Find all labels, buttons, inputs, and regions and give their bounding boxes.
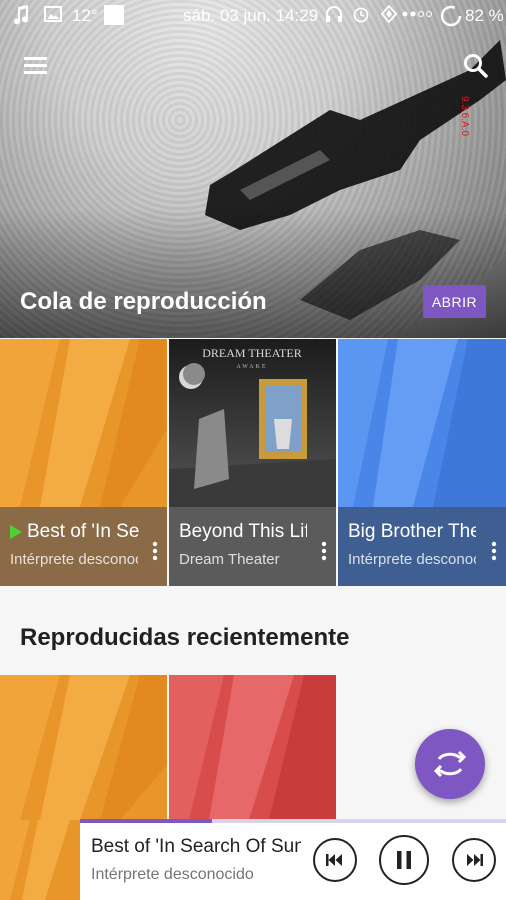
playback-progress-bar[interactable] [80, 819, 506, 823]
queue-card-info: Big Brother The Best Intérprete desconoc… [338, 507, 506, 586]
headphones-icon [325, 5, 343, 29]
queue-card-title: Best of 'In Search Of Sunrise' [27, 521, 139, 542]
album-art [169, 675, 336, 820]
queue-card-artist: Dream Theater [179, 551, 280, 568]
music-note-icon [12, 5, 30, 31]
queue-card-artist: Intérprete desconocido [10, 551, 138, 568]
pause-button[interactable] [379, 835, 429, 885]
queue-card-artist: Intérprete desconocido [348, 551, 476, 568]
temperature-text: 12° [72, 6, 98, 25]
signal-icon [402, 5, 436, 29]
search-button[interactable] [460, 50, 492, 82]
alarm-icon [352, 5, 370, 29]
battery-text: 82 % [465, 6, 504, 25]
now-playing-title: Best of 'In Search Of Sunrise' [91, 836, 301, 857]
more-vert-icon[interactable] [488, 541, 500, 561]
status-bar: 12° sáb. 03 jun. 14:29 82 % [0, 0, 506, 32]
queue-card-3[interactable]: Big Brother The Best Intérprete desconoc… [338, 339, 506, 586]
queue-card-info: Best of 'In Search Of Sunrise' Intérpret… [0, 507, 167, 586]
menu-icon [24, 57, 47, 74]
more-vert-icon[interactable] [318, 541, 330, 561]
open-queue-button[interactable]: ABRIR [423, 285, 486, 318]
album-art [0, 675, 167, 820]
queue-card-2[interactable]: DREAM THEATER AWAKE Beyond This Life Dre… [169, 339, 336, 586]
data-icon [380, 4, 398, 29]
now-playing-artist: Intérprete desconocido [91, 866, 254, 883]
image-icon [44, 5, 62, 29]
recent-item-2[interactable] [169, 675, 336, 820]
more-vert-icon[interactable] [149, 541, 161, 561]
playing-indicator-icon [10, 525, 22, 539]
queue-card-1[interactable]: Best of 'In Search Of Sunrise' Intérpret… [0, 339, 167, 586]
album-art [0, 339, 167, 507]
mini-player-album-art[interactable] [0, 820, 80, 900]
album-art [338, 339, 506, 507]
album-title-text: DREAM THEATER [202, 346, 301, 360]
search-icon [464, 54, 488, 78]
shuffle-button[interactable] [415, 729, 485, 799]
album-art: DREAM THEATER AWAKE [169, 339, 336, 507]
queue-title: Cola de reproducción [20, 288, 267, 315]
queue-card-info: Beyond This Life Dream Theater [169, 507, 336, 586]
next-button[interactable] [452, 838, 496, 882]
queue-card-title: Beyond This Life [179, 521, 307, 542]
build-text: 9.3.6.A.0 [459, 96, 470, 137]
album-art [0, 820, 80, 900]
recently-played-title: Reproducidas recientemente [20, 624, 350, 651]
recent-item-1[interactable] [0, 675, 167, 820]
next-icon [467, 854, 483, 866]
datetime-text: sáb. 03 jun. 14:29 [183, 6, 319, 25]
previous-icon [326, 854, 342, 866]
shuffle-repeat-icon [433, 750, 467, 778]
album-subtitle-text: AWAKE [236, 364, 267, 370]
playback-progress-fill [80, 819, 213, 823]
notification-square-icon [104, 5, 124, 31]
previous-button[interactable] [313, 838, 357, 882]
hero-shade [0, 208, 506, 338]
battery-ring-icon [440, 5, 462, 33]
queue-card-title: Big Brother The Best [348, 521, 476, 542]
menu-button[interactable] [20, 50, 52, 82]
pause-icon [397, 851, 411, 869]
